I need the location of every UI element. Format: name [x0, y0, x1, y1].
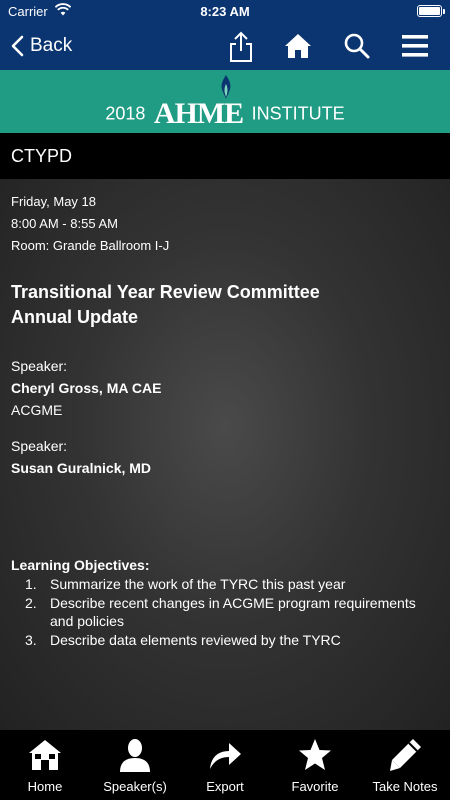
- speaker-name: Susan Guralnick, MD: [11, 460, 152, 476]
- objective-text: Describe recent changes in ACGME program…: [50, 595, 416, 629]
- objective-item: 2. Describe recent changes in ACGME prog…: [11, 594, 439, 630]
- session-room: Room: Grande Ballroom I-J: [11, 238, 170, 253]
- session-time: 8:00 AM - 8:55 AM: [11, 216, 118, 231]
- objective-number: 3.: [25, 632, 37, 648]
- objective-number: 2.: [25, 595, 37, 611]
- objective-text: Summarize the work of the TYRC this past…: [50, 576, 346, 592]
- session-detail: Friday, May 18 8:00 AM - 8:55 AM Room: G…: [0, 179, 450, 730]
- session-meta: Friday, May 18 8:00 AM - 8:55 AM Room: G…: [11, 191, 439, 257]
- pencil-icon: [390, 739, 421, 771]
- home-icon: [29, 740, 61, 770]
- menu-icon[interactable]: [400, 31, 430, 61]
- learning-objectives: Learning Objectives: 1. Summarize the wo…: [11, 557, 439, 650]
- objective-item: 1. Summarize the work of the TYRC this p…: [11, 575, 439, 593]
- star-icon: [299, 739, 331, 770]
- tab-label: Home: [27, 779, 63, 794]
- share-icon[interactable]: [226, 31, 256, 62]
- objectives-title: Learning Objectives:: [11, 557, 150, 573]
- speaker-label: Speaker:: [11, 438, 68, 454]
- objective-item: 3. Describe data elements reviewed by th…: [11, 631, 439, 649]
- objectives-list: 1. Summarize the work of the TYRC this p…: [11, 575, 439, 649]
- speaker-entry[interactable]: Speaker: Susan Guralnick, MD: [11, 435, 439, 479]
- bottom-tab-bar: Home Speaker(s) Export Favorite Take Not…: [0, 730, 450, 800]
- speaker-entry[interactable]: Speaker: Cheryl Gross, MA CAE ACGME: [11, 355, 439, 421]
- banner-logo: 2018 AHME INSTITUTE: [0, 97, 450, 131]
- banner-brand: AHME: [153, 97, 244, 130]
- navigation-bar: Back: [0, 22, 450, 70]
- status-bar: Carrier 8:23 AM: [0, 0, 450, 22]
- speaker-label: Speaker:: [11, 358, 68, 374]
- speaker-name: Cheryl Gross, MA CAE: [11, 380, 162, 396]
- tab-speakers[interactable]: Speaker(s): [90, 730, 180, 800]
- tab-label: Speaker(s): [103, 779, 167, 794]
- event-banner: 2018 AHME INSTITUTE: [0, 70, 450, 133]
- session-date: Friday, May 18: [11, 194, 97, 209]
- banner-year: 2018: [105, 103, 146, 124]
- tab-label: Take Notes: [372, 779, 438, 794]
- tab-take-notes[interactable]: Take Notes: [360, 730, 450, 800]
- tab-export[interactable]: Export: [180, 730, 270, 800]
- tab-home[interactable]: Home: [0, 730, 90, 800]
- home-nav-icon[interactable]: [283, 31, 313, 61]
- export-arrow-icon: [210, 743, 241, 769]
- section-header: CTYPD: [0, 133, 450, 179]
- objective-text: Describe data elements reviewed by the T…: [50, 632, 341, 648]
- tab-favorite[interactable]: Favorite: [270, 730, 360, 800]
- tab-label: Export: [206, 779, 244, 794]
- battery-tip: [443, 9, 445, 14]
- chevron-left-icon: [11, 35, 24, 57]
- battery-icon: [417, 5, 442, 17]
- clock: 8:23 AM: [200, 4, 250, 19]
- speaker-org: ACGME: [11, 402, 63, 418]
- person-icon: [120, 739, 150, 772]
- search-icon[interactable]: [342, 31, 372, 61]
- back-button[interactable]: Back: [10, 32, 72, 60]
- back-label: Back: [30, 35, 73, 56]
- tab-label: Favorite: [291, 779, 339, 794]
- session-title: Transitional Year Review Committee Annua…: [11, 282, 320, 327]
- objective-number: 1.: [25, 576, 37, 592]
- banner-suffix: INSTITUTE: [251, 103, 345, 124]
